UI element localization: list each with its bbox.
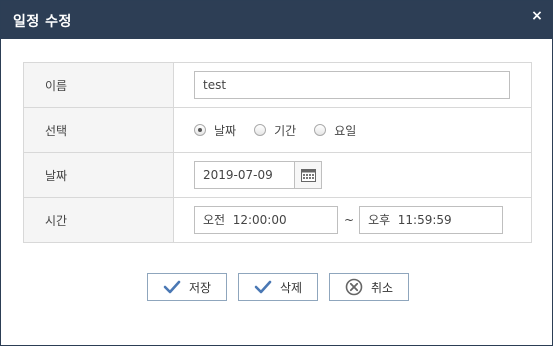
select-radio-group: 날짜 기간 요일 — [194, 122, 531, 139]
dialog-buttons: 저장 삭제 취소 — [1, 273, 552, 301]
form-row-date: 날짜 2019-07-09 — [23, 152, 532, 198]
radio-weekday-label: 요일 — [334, 123, 357, 138]
radio-date[interactable]: 날짜 — [194, 122, 236, 139]
calendar-button[interactable] — [295, 161, 322, 189]
delete-button[interactable]: 삭제 — [238, 273, 318, 301]
radio-weekday-circle[interactable] — [314, 124, 327, 136]
cancel-button-label: 취소 — [370, 280, 394, 295]
dialog-title: 일정 수정 — [13, 14, 72, 30]
name-label: 이름 — [23, 62, 174, 108]
check-icon — [254, 280, 272, 294]
close-icon[interactable]: × — [530, 9, 544, 23]
radio-period-circle[interactable] — [254, 124, 267, 136]
form-row-select: 선택 날짜 기간 요일 — [23, 107, 532, 153]
radio-period[interactable]: 기간 — [254, 122, 296, 139]
select-label: 선택 — [23, 107, 174, 153]
date-label: 날짜 — [23, 152, 174, 198]
dialog-titlebar: 일정 수정 × — [1, 1, 552, 39]
circle-x-icon — [345, 278, 363, 296]
schedule-form: 이름 test 선택 날짜 기간 요일 날짜 2019-07-09 시간 오전 … — [23, 62, 532, 243]
save-button[interactable]: 저장 — [147, 273, 227, 301]
delete-button-label: 삭제 — [279, 280, 303, 295]
start-time-input[interactable]: 오전 12:00:00 — [194, 206, 338, 234]
time-label: 시간 — [23, 197, 174, 243]
radio-weekday[interactable]: 요일 — [314, 122, 356, 139]
calendar-icon — [300, 169, 316, 182]
check-icon — [163, 280, 181, 294]
form-row-name: 이름 test — [23, 62, 532, 108]
date-picker: 2019-07-09 — [194, 161, 322, 189]
name-input[interactable]: test — [194, 71, 510, 99]
radio-period-label: 기간 — [274, 123, 297, 138]
schedule-edit-dialog: 일정 수정 × 이름 test 선택 날짜 기간 요일 날짜 2019-07-0… — [0, 0, 553, 346]
date-input[interactable]: 2019-07-09 — [194, 161, 295, 189]
time-separator: ~ — [344, 213, 355, 227]
radio-date-label: 날짜 — [214, 123, 237, 138]
form-row-time: 시간 오전 12:00:00 ~ 오후 11:59:59 — [23, 197, 532, 243]
end-time-input[interactable]: 오후 11:59:59 — [359, 206, 504, 234]
save-button-label: 저장 — [188, 280, 212, 295]
cancel-button[interactable]: 취소 — [329, 273, 409, 301]
radio-date-circle[interactable] — [194, 124, 206, 136]
